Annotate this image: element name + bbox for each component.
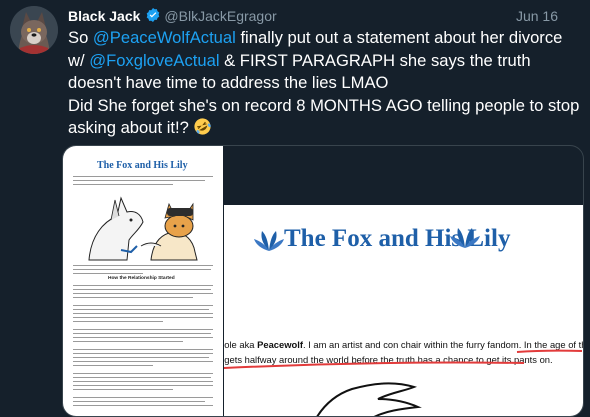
rolling-on-floor-laughing-emoji: [193, 117, 212, 143]
document-title: The Fox and His Lily: [97, 160, 188, 171]
wolf-avatar-icon[interactable]: [10, 6, 58, 54]
tweet-header: Black Jack @BlkJackEgragor Jun 16: [68, 6, 580, 26]
attached-media[interactable]: The Fox and His Lily How the Relationshi…: [62, 145, 584, 417]
author-handle[interactable]: @BlkJackEgragor: [164, 8, 276, 24]
mention-link[interactable]: @PeaceWolfActual: [93, 28, 236, 47]
document-page-image[interactable]: The Fox and His Lily How the Relationshi…: [63, 146, 223, 416]
document-subheading: How the Relationship Started: [108, 276, 175, 281]
wolf-sketch-illustration: [316, 382, 422, 416]
tweet-text: So @PeaceWolfActual finally put out a st…: [68, 27, 583, 143]
tweet[interactable]: Black Jack @BlkJackEgragor Jun 16 So @Pea…: [0, 0, 590, 417]
author-name[interactable]: Black Jack: [68, 8, 140, 24]
document-zoom-crop-image[interactable]: The Fox and His Lily y name is Nicole ak…: [224, 205, 583, 416]
fox-and-wolf-illustration: [88, 196, 198, 261]
verified-badge-icon: [145, 7, 161, 28]
mention-link[interactable]: @FoxgloveActual: [89, 51, 219, 70]
tweet-date[interactable]: Jun 16: [516, 6, 558, 26]
tweet-text-part: So: [68, 28, 93, 47]
